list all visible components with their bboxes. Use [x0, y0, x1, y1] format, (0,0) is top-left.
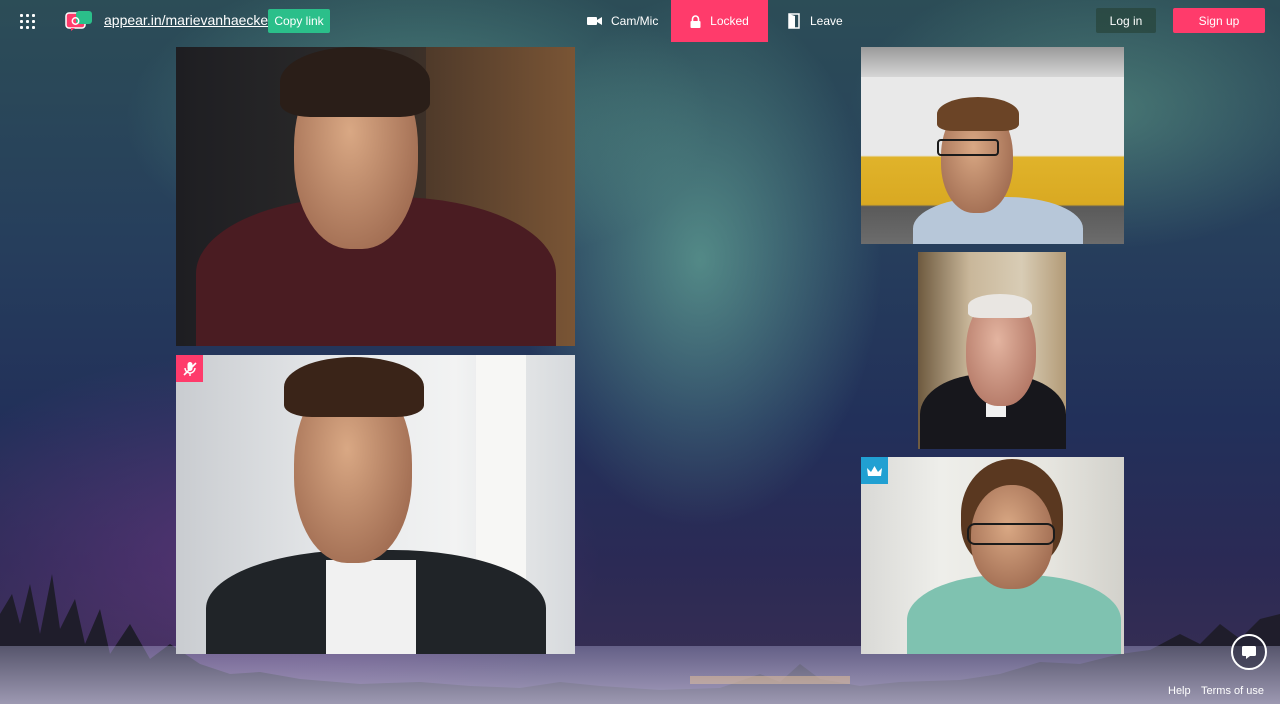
cam-mic-button[interactable]: Cam/Mic — [587, 0, 658, 42]
top-bar: appear.in/marievanhaecke Copy link Cam/M… — [0, 0, 1280, 42]
signup-button[interactable]: Sign up — [1173, 8, 1265, 33]
help-link[interactable]: Help — [1168, 685, 1191, 697]
participant-5-glasses — [967, 523, 1055, 545]
video-tile-participant-5[interactable] — [861, 457, 1124, 654]
crown-icon — [867, 465, 882, 476]
cam-mic-label: Cam/Mic — [611, 14, 659, 28]
terms-of-use-link[interactable]: Terms of use — [1201, 685, 1264, 697]
leave-button[interactable]: Leave — [788, 0, 843, 42]
owner-badge — [861, 457, 888, 484]
microphone-muted-icon — [182, 361, 197, 376]
copy-link-button[interactable]: Copy link — [268, 9, 330, 33]
room-url-link[interactable]: appear.in/marievanhaecke — [104, 12, 268, 28]
chat-bubble-icon — [1242, 645, 1256, 659]
lock-icon — [690, 14, 701, 28]
participant-3-hair — [937, 97, 1019, 131]
snow-ground — [0, 646, 1280, 704]
participant-4-hair — [968, 294, 1032, 318]
video-tile-participant-4[interactable] — [918, 252, 1066, 449]
participant-1-hair — [280, 47, 430, 117]
door-exit-icon — [788, 13, 800, 29]
video-tile-participant-3[interactable] — [861, 47, 1124, 244]
grid-menu-icon[interactable] — [18, 12, 36, 30]
video-tile-participant-1[interactable] — [176, 47, 575, 346]
video-tile-participant-2[interactable] — [176, 355, 575, 654]
locked-label: Locked — [710, 14, 749, 28]
locked-button[interactable]: Locked — [671, 0, 768, 42]
appear-in-logo[interactable] — [65, 10, 93, 32]
leave-label: Leave — [810, 14, 843, 28]
participant-2-hair — [284, 357, 424, 417]
video-camera-icon — [587, 17, 602, 25]
participant-3-glasses — [937, 139, 999, 156]
login-button[interactable]: Log in — [1096, 8, 1156, 33]
microphone-muted-badge — [176, 355, 203, 382]
chat-button[interactable] — [1231, 634, 1267, 670]
